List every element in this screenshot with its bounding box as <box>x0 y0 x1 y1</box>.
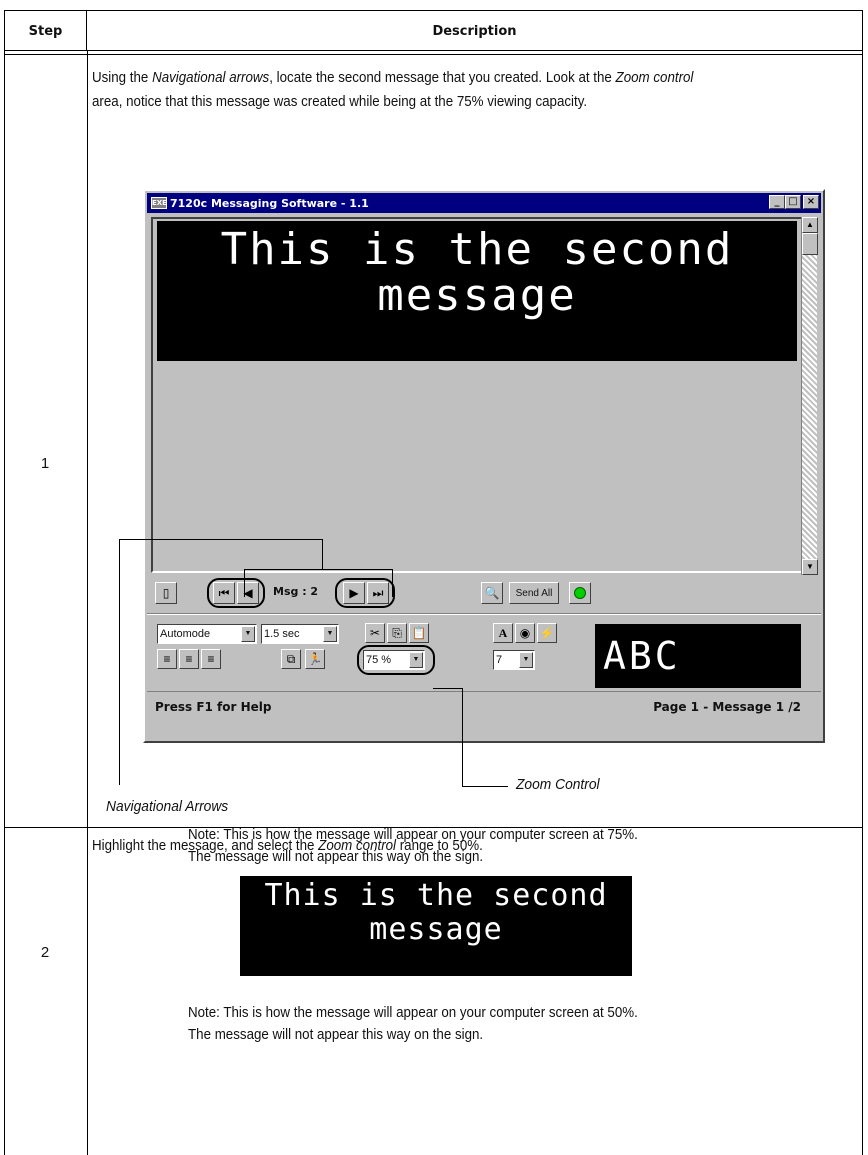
zoom-callout-stub <box>433 688 463 689</box>
status-page: Page 1 - Message 1 /2 <box>653 700 801 714</box>
header-description: Description <box>432 23 517 39</box>
new-message-icon[interactable]: ▯ <box>155 582 177 604</box>
mode-select[interactable]: Automode ▼ <box>157 624 257 644</box>
step2-intro-italic: Zoom control <box>318 838 397 854</box>
window-controls: _ □ × <box>769 195 819 209</box>
zoom-callout-horizontal <box>462 786 508 787</box>
step2-intro-text-a: Highlight the message, and select the <box>92 838 319 854</box>
nav-callout-left-leg <box>244 569 245 597</box>
status-light-icon[interactable] <box>569 582 591 604</box>
column-divider <box>87 51 88 1155</box>
scroll-thumb[interactable] <box>802 233 818 255</box>
size-select-value: 7 <box>496 654 503 666</box>
step1-intro-text-a: Using the <box>92 70 153 86</box>
message-counter: Msg : 2 <box>273 585 319 598</box>
nav-callout-top <box>119 539 322 540</box>
zoom-50-line-1: This is the second <box>264 878 608 913</box>
last-message-icon[interactable]: ⏭ <box>367 582 389 604</box>
font-icon[interactable]: A <box>493 623 513 643</box>
previous-message-icon[interactable]: ◀ <box>237 582 259 604</box>
page-icon[interactable]: ⧉ <box>281 649 301 669</box>
nav-callout-vertical <box>119 539 120 785</box>
status-bar: Press F1 for Help Page 1 - Message 1 /2 <box>147 691 821 721</box>
step1-intro-line2: area, notice that this message was creat… <box>92 94 588 110</box>
step-number-1: 1 <box>40 455 50 472</box>
step1-intro-italic-a: Navigational arrows <box>152 70 270 86</box>
zoom-select-value: 75 % <box>366 654 392 666</box>
first-message-icon[interactable]: ⏮ <box>213 582 235 604</box>
toolbar-divider <box>147 613 821 615</box>
chevron-down-icon[interactable]: ▼ <box>409 652 423 668</box>
minimize-button[interactable]: _ <box>769 195 785 209</box>
time-select[interactable]: 1.5 sec ▼ <box>261 624 339 644</box>
header-double-rule <box>5 54 862 55</box>
nav-arrows-callout: Navigational Arrows <box>106 798 229 815</box>
nav-callout-right-leg <box>392 569 393 597</box>
zoom-select[interactable]: 75 % ▼ <box>363 650 425 670</box>
maximize-button[interactable]: □ <box>785 195 801 209</box>
zoom-50-display: This is the second message <box>240 876 632 976</box>
nav-callout-bracket <box>244 569 392 570</box>
preview-icon[interactable]: 🔍 <box>481 582 503 604</box>
effect-icon[interactable]: ⚡ <box>537 623 557 643</box>
preview-display: ABC <box>595 624 801 688</box>
color-icon[interactable]: ◉ <box>515 623 535 643</box>
scroll-up-icon[interactable]: ▲ <box>802 217 818 233</box>
step2-intro-text-b: range to 50%. <box>396 838 483 854</box>
message-canvas[interactable]: This is the second message <box>151 217 803 573</box>
step1-intro: Using the Navigational arrows, locate th… <box>92 68 693 89</box>
app-window: EXE 7120c Messaging Software - 1.1 _ □ ×… <box>143 189 825 743</box>
window-titlebar: EXE 7120c Messaging Software - 1.1 _ □ × <box>147 193 821 213</box>
zoom-callout-vertical <box>462 688 463 786</box>
led-line-2: message <box>377 270 577 321</box>
next-message-icon[interactable]: ▶ <box>343 582 365 604</box>
close-button[interactable]: × <box>803 195 819 209</box>
step2-intro: Highlight the message, and select the Zo… <box>92 836 483 857</box>
size-select[interactable]: 7 ▼ <box>493 650 535 670</box>
zoom-50-line-2: message <box>369 912 503 947</box>
status-help: Press F1 for Help <box>155 700 272 714</box>
table-header: Step Description <box>5 11 862 51</box>
led-line-1: This is the second <box>220 224 734 275</box>
vertical-scrollbar[interactable]: ▲ ▼ <box>801 217 818 575</box>
navigation-toolbar: ▯ ⏮ ◀ Msg : 2 ▶ ⏭ 🔍 Send All <box>151 577 819 609</box>
step1-intro-italic-b: Zoom control <box>615 70 694 86</box>
nav-callout-drop <box>322 539 323 569</box>
step2-note-line2: The message will not appear this way on … <box>188 1027 484 1043</box>
align-right-icon[interactable]: ≡ <box>201 649 221 669</box>
step2-note-line1: Note: This is how the message will appea… <box>188 1005 638 1021</box>
chevron-down-icon[interactable]: ▼ <box>241 626 255 642</box>
send-all-button[interactable]: Send All <box>509 582 559 604</box>
copy-icon[interactable]: ⎘ <box>387 623 407 643</box>
step1-intro-text-b: , locate the second message that you cre… <box>269 70 616 86</box>
chevron-down-icon[interactable]: ▼ <box>323 626 337 642</box>
mode-select-value: Automode <box>160 628 211 640</box>
window-title: 7120c Messaging Software - 1.1 <box>170 196 369 210</box>
app-icon: EXE <box>151 197 167 209</box>
scroll-down-icon[interactable]: ▼ <box>802 559 818 575</box>
chevron-down-icon[interactable]: ▼ <box>519 652 533 668</box>
cut-icon[interactable]: ✂ <box>365 623 385 643</box>
header-step: Step <box>5 11 87 51</box>
step-number-2: 2 <box>40 944 50 961</box>
align-left-icon[interactable]: ≡ <box>157 649 177 669</box>
run-icon[interactable]: 🏃 <box>305 649 325 669</box>
paste-icon[interactable]: 📋 <box>409 623 429 643</box>
zoom-control-callout: Zoom Control <box>516 776 600 793</box>
led-display[interactable]: This is the second message <box>157 221 797 361</box>
time-select-value: 1.5 sec <box>264 628 300 640</box>
align-center-icon[interactable]: ≡ <box>179 649 199 669</box>
